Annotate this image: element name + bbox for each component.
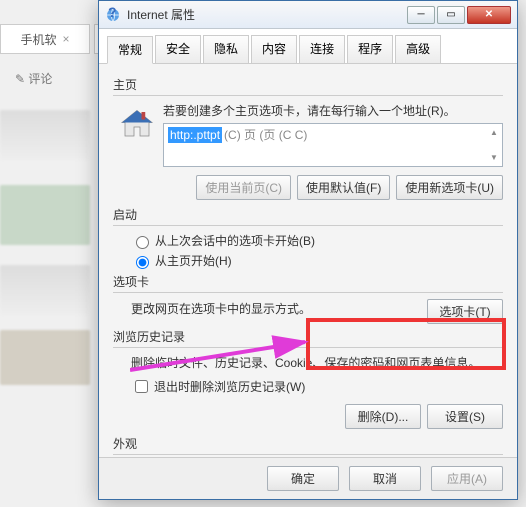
tab-content[interactable]: 内容 — [251, 35, 297, 63]
tab-advanced[interactable]: 高级 — [395, 35, 441, 63]
maximize-button[interactable]: ▭ — [437, 6, 465, 24]
history-text: 删除临时文件、历史记录、Cookie、保存的密码和网页表单信息。 — [131, 354, 503, 371]
tabs-text: 更改网页在选项卡中的显示方式。 — [131, 300, 427, 317]
delete-button[interactable]: 删除(D)... — [345, 404, 421, 429]
close-button[interactable]: ✕ — [467, 6, 511, 24]
tabs-header: 选项卡 — [113, 273, 503, 290]
apply-button[interactable]: 应用(A) — [431, 466, 503, 491]
homepage-hint: 若要创建多个主页选项卡，请在每行输入一个地址(R)。 — [163, 102, 503, 119]
use-current-button[interactable]: 使用当前页(C) — [196, 175, 291, 200]
settings-button[interactable]: 设置(S) — [427, 404, 503, 429]
dialog-footer: 确定 取消 应用(A) — [99, 457, 517, 499]
help-icon[interactable]: ? — [108, 4, 117, 20]
tab-general[interactable]: 常规 — [107, 36, 153, 64]
appearance-header: 外观 — [113, 435, 503, 452]
dialog-title: Internet 属性 — [127, 6, 405, 23]
internet-properties-dialog: Internet 属性 ─ ▭ ✕ 常规 安全 隐私 内容 连接 程序 高级 主… — [98, 0, 518, 500]
tab-privacy[interactable]: 隐私 — [203, 35, 249, 63]
ok-button[interactable]: 确定 — [267, 466, 339, 491]
minimize-button[interactable]: ─ — [407, 6, 435, 24]
use-default-button[interactable]: 使用默认值(F) — [297, 175, 390, 200]
delete-on-exit-checkbox[interactable]: 退出时删除浏览历史记录(W) — [131, 377, 503, 396]
startup-header: 启动 — [113, 206, 503, 223]
homepage-header: 主页 — [113, 76, 503, 93]
tabs-button[interactable]: 选项卡(T) — [427, 299, 503, 324]
comment-label: ✎ 评论 — [15, 70, 52, 87]
use-new-tab-button[interactable]: 使用新选项卡(U) — [396, 175, 503, 200]
titlebar: Internet 属性 ─ ▭ ✕ — [99, 1, 517, 29]
home-icon — [119, 106, 155, 142]
scrollbar[interactable]: ▲▼ — [490, 128, 500, 162]
startup-last-session-radio[interactable]: 从上次会话中的选项卡开始(B) — [131, 232, 503, 249]
homepage-url-input[interactable]: http:.pttpt(C) 页 (页 (C C) ▲▼ — [163, 123, 503, 167]
tab-connections[interactable]: 连接 — [299, 35, 345, 63]
startup-homepage-radio[interactable]: 从主页开始(H) — [131, 252, 503, 269]
tab-strip: 常规 安全 隐私 内容 连接 程序 高级 — [99, 29, 517, 64]
cancel-button[interactable]: 取消 — [349, 466, 421, 491]
history-header: 浏览历史记录 — [113, 328, 503, 345]
background-tab: 手机软× — [0, 24, 90, 54]
tab-programs[interactable]: 程序 — [347, 35, 393, 63]
tab-security[interactable]: 安全 — [155, 35, 201, 63]
